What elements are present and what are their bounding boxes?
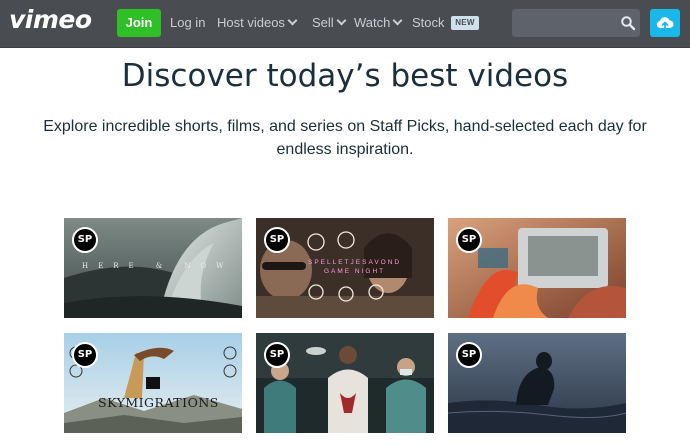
- staff-pick-badge: SP: [264, 227, 290, 253]
- staff-pick-badge: SP: [264, 342, 290, 368]
- page-title: Discover today’s best videos: [121, 58, 569, 94]
- video-thumbnail-typewriter[interactable]: SP: [448, 218, 626, 318]
- host-videos-menu[interactable]: Host videos: [217, 15, 298, 30]
- sell-menu[interactable]: Sell: [312, 15, 347, 30]
- staff-pick-badge: SP: [456, 227, 482, 253]
- chevron-down-icon: [336, 15, 347, 26]
- vimeo-logo[interactable]: vimeo: [9, 5, 92, 34]
- video-thumbnail-ocean[interactable]: SP: [448, 333, 626, 433]
- search-input[interactable]: [512, 9, 616, 37]
- search-icon[interactable]: [620, 15, 636, 31]
- upload-cloud-icon: [656, 17, 674, 30]
- stock-link[interactable]: Stock: [412, 15, 445, 30]
- upload-button[interactable]: [650, 9, 680, 37]
- video-thumbnail-surgeons[interactable]: SP: [256, 333, 434, 433]
- chevron-down-icon: [392, 15, 403, 26]
- video-title-overlay: SKYMIGRATIONS: [98, 395, 219, 410]
- sell-label: Sell: [312, 15, 334, 30]
- search-box[interactable]: [512, 9, 640, 37]
- login-link[interactable]: Log in: [170, 15, 205, 30]
- new-badge: NEW: [451, 16, 479, 30]
- video-title-overlay: HERE & NOW: [82, 262, 234, 270]
- host-videos-label: Host videos: [217, 15, 285, 30]
- watch-label: Watch: [354, 15, 391, 30]
- video-thumbnail-game-night[interactable]: SP SPELLETJESAVOND GAME NIGHT: [256, 218, 434, 318]
- staff-pick-badge: SP: [72, 227, 98, 253]
- watch-menu[interactable]: Watch: [354, 15, 403, 30]
- video-thumbnail-surf[interactable]: SP HERE & NOW: [64, 218, 242, 318]
- chevron-down-icon: [287, 15, 298, 26]
- page-subtitle: Explore incredible shorts, films, and se…: [43, 118, 647, 158]
- join-button[interactable]: Join: [117, 9, 161, 37]
- video-title-overlay: SPELLETJESAVOND GAME NIGHT: [308, 259, 402, 275]
- top-nav-bar: vimeo Join Log in Host videos Sell Watch…: [0, 0, 690, 48]
- video-thumbnail-sky-migrations[interactable]: SP SKYMIGRATIONS: [64, 333, 242, 433]
- staff-pick-badge: SP: [72, 342, 98, 368]
- staff-pick-badge: SP: [456, 342, 482, 368]
